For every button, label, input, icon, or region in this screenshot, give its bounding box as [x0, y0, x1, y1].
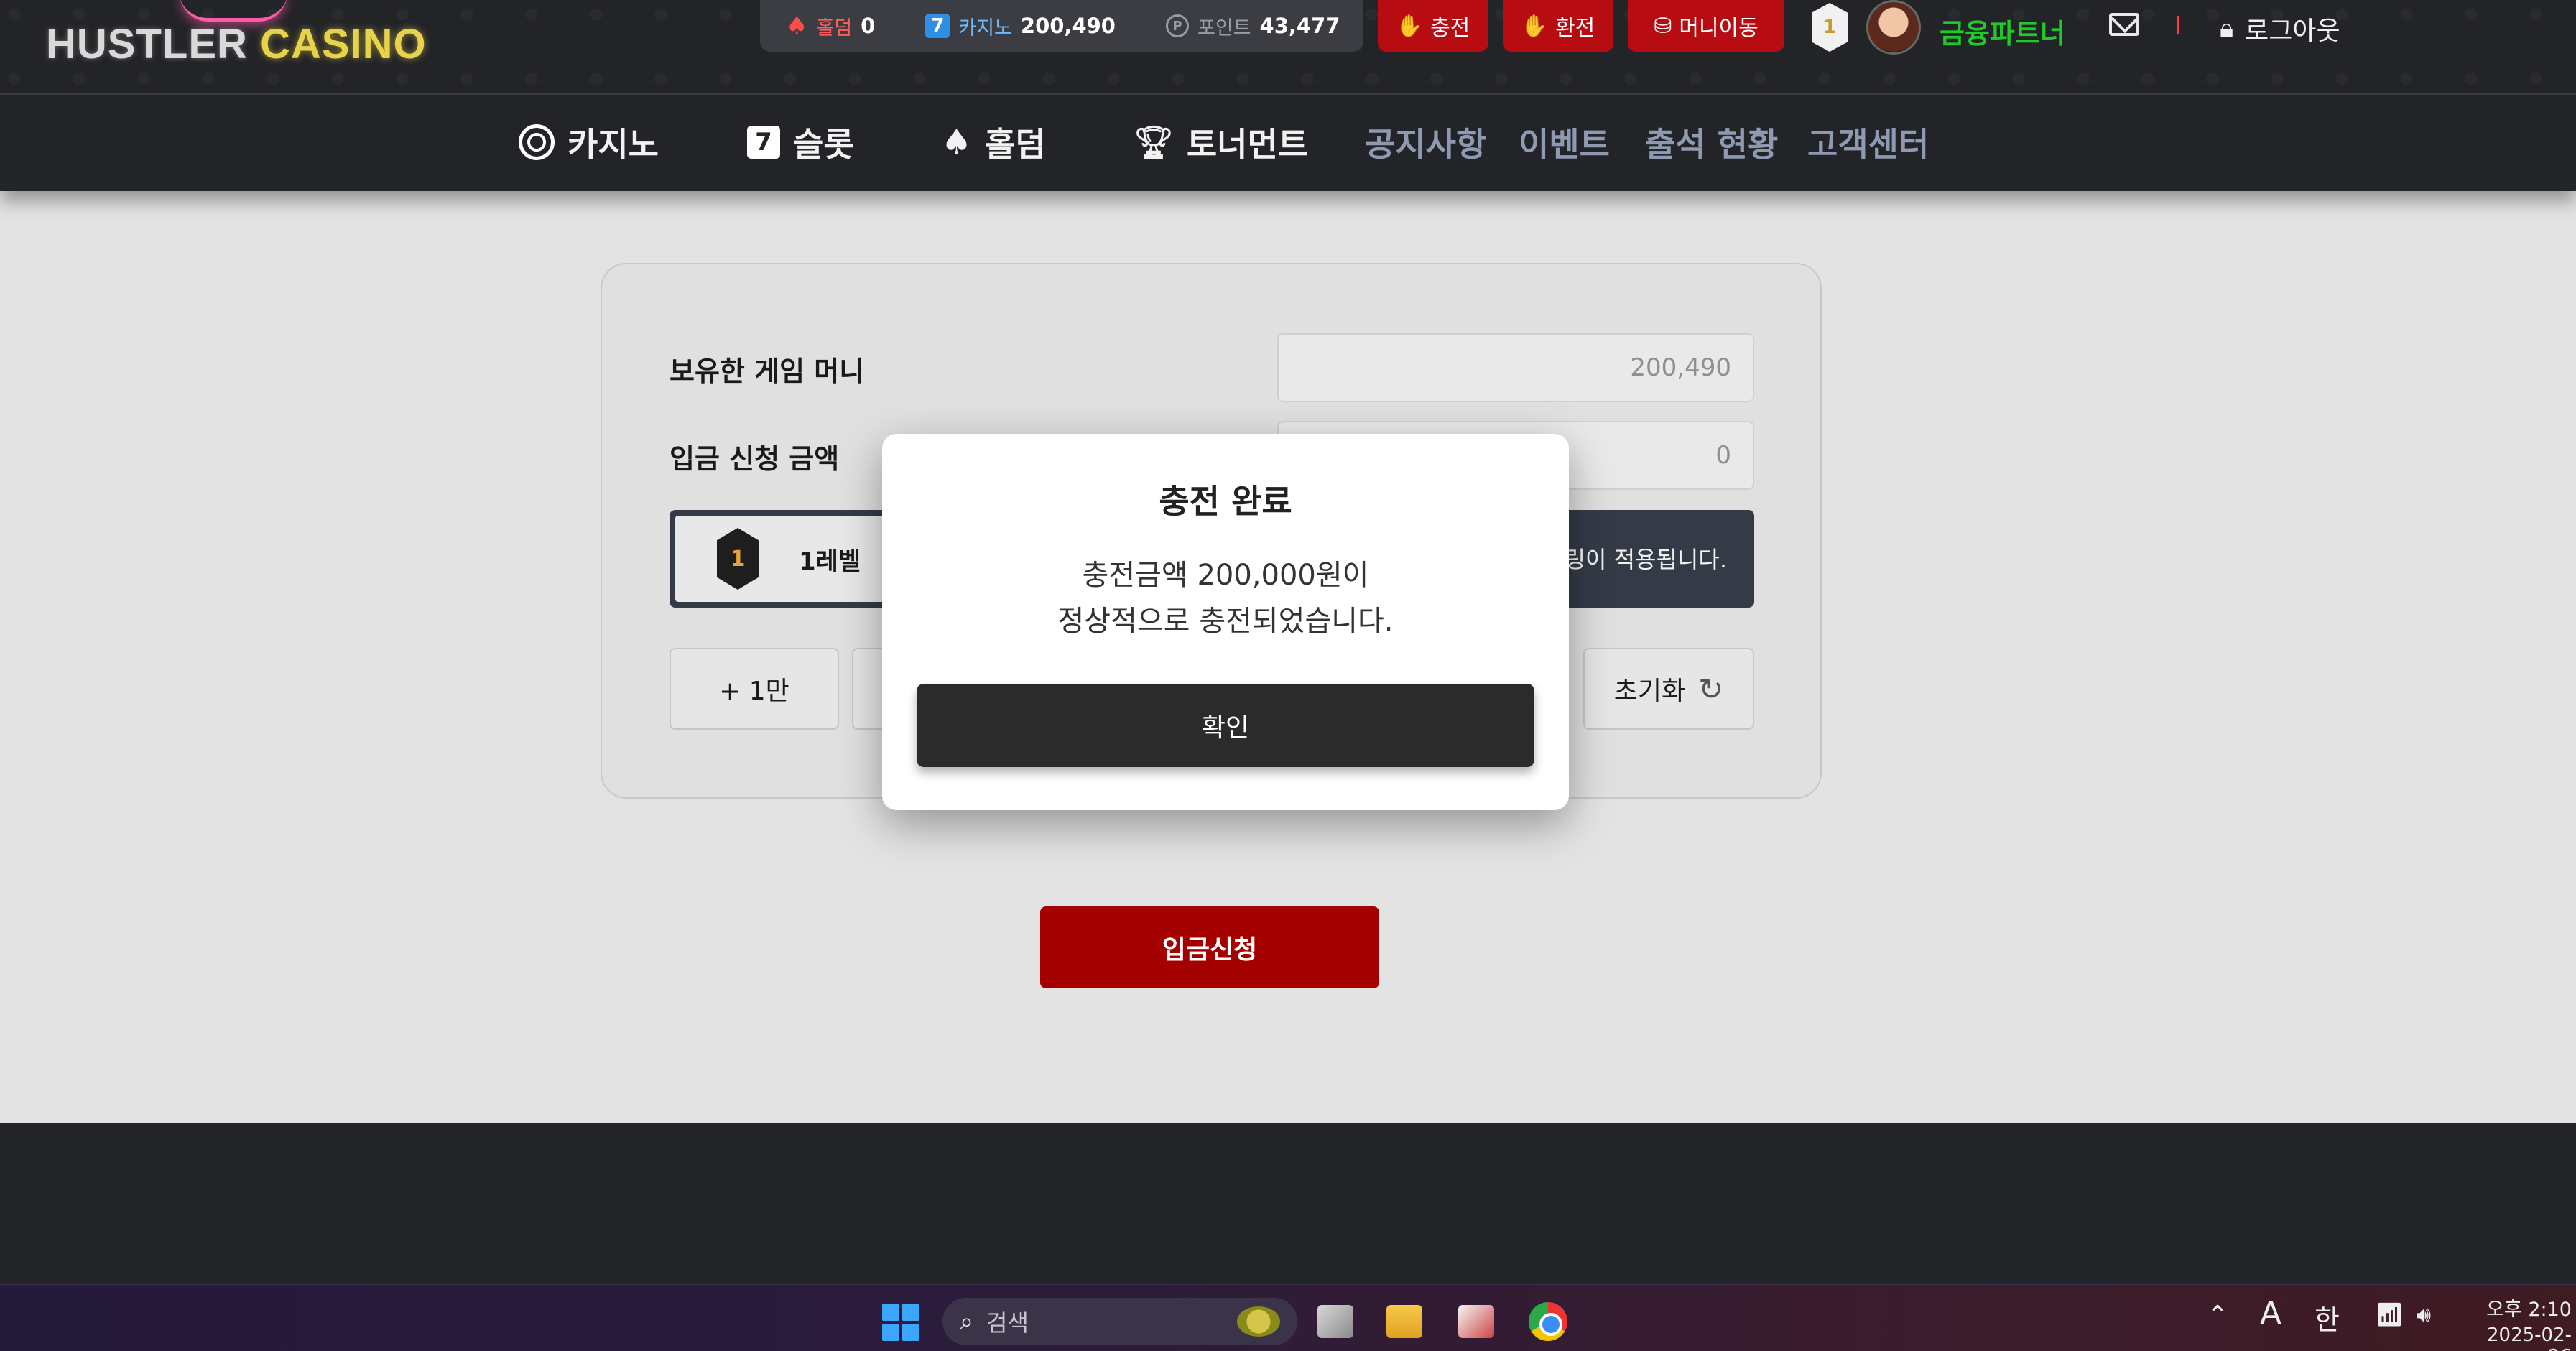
nav-item-slot[interactable]: 7 슬롯	[747, 119, 854, 165]
hand-coin-icon: ✋	[1396, 14, 1424, 38]
nav-item-attendance[interactable]: 출석 현황	[1645, 119, 1778, 165]
taskbar-search-placeholder: 검색	[986, 1309, 1029, 1337]
spade-icon: ♠	[786, 11, 808, 40]
lock-icon: 🔒︎	[2220, 14, 2234, 43]
nav-item-notice[interactable]: 공지사항	[1365, 119, 1486, 165]
spade-icon: ♠	[941, 122, 973, 162]
balance-bar: ♠ 홀덤 0 7 카지노 200,490 P 포인트 43,477	[760, 0, 1363, 52]
deposit-submit-button[interactable]: 입금신청	[1040, 906, 1379, 988]
held-money-label: 보유한 게임 머니	[670, 356, 865, 387]
taskbar-clock[interactable]: 오후 2:10 2025-02-26	[2464, 1294, 2572, 1351]
volume-icon[interactable]: 🔊︎	[2417, 1301, 2431, 1329]
search-icon: ⌕	[960, 1307, 974, 1336]
balance-point: P 포인트 43,477	[1165, 12, 1340, 40]
search-highlight-icon	[1237, 1306, 1280, 1337]
level-hex-icon: 1	[717, 528, 759, 590]
file-explorer-icon[interactable]	[1386, 1305, 1422, 1338]
balance-point-value: 43,477	[1259, 14, 1340, 38]
point-icon: P	[1165, 14, 1189, 37]
balance-casino-label: 카지노	[958, 17, 1012, 40]
level-badge-icon: 1	[1812, 3, 1848, 52]
logo-main-text: HUSTLER	[46, 21, 248, 68]
hand-coin-icon: ✋	[1521, 14, 1549, 38]
top-header: HUSTLER CASINO ♠ 홀덤 0 7 카지노 200,490 P 포인…	[0, 0, 2576, 93]
nav-item-tournament[interactable]: 🏆︎ 토너먼트	[1134, 119, 1308, 165]
site-logo[interactable]: HUSTLER CASINO	[46, 20, 427, 68]
nav-item-support[interactable]: 고객센터	[1807, 119, 1929, 165]
slot-seven-icon: 7	[747, 126, 780, 159]
nav-item-label: 이벤트	[1519, 125, 1610, 164]
nav-item-label: 공지사항	[1365, 125, 1487, 164]
coin-stack-icon: ⛁	[1654, 14, 1672, 38]
level-note: 링이 적용됩니다.	[1564, 546, 1727, 573]
nav-item-label: 카지노	[567, 125, 659, 164]
taskbar-search[interactable]: ⌕ 검색	[942, 1298, 1297, 1345]
request-amount-label: 입금 신청 금액	[670, 443, 840, 475]
dialog-message-line2: 정상적으로 충전되었습니다.	[1057, 605, 1394, 638]
nav-item-casino[interactable]: 카지노	[519, 119, 659, 165]
ime-language-indicator[interactable]: 한	[2315, 1298, 2340, 1337]
refresh-icon: ↻	[1698, 671, 1724, 707]
trophy-icon: 🏆︎	[1134, 124, 1174, 161]
logout-link[interactable]: 🔒︎ 로그아웃	[2220, 10, 2340, 47]
slot-seven-icon: 7	[925, 14, 950, 38]
nav-item-holdem[interactable]: ♠ 홀덤	[941, 119, 1046, 165]
nav-item-label: 슬롯	[793, 125, 854, 164]
charge-button[interactable]: ✋ 충전	[1378, 0, 1488, 52]
balance-point-label: 포인트	[1197, 17, 1251, 40]
logo-accent-text: CASINO	[260, 21, 427, 68]
windows-taskbar: ⌕ 검색 ⌃ A 한 📶︎ 🔊︎ 오후 2:10 2025-02-26	[0, 1284, 2576, 1351]
chrome-icon[interactable]	[1529, 1302, 1567, 1341]
money-transfer-button[interactable]: ⛁ 머니이동	[1628, 0, 1784, 52]
level-option-1[interactable]: 1 1레벨	[675, 516, 905, 602]
held-money-field: 200,490	[1277, 333, 1754, 402]
nav-item-event[interactable]: 이벤트	[1519, 119, 1610, 165]
nav-item-label: 고객센터	[1807, 125, 1929, 164]
ime-mode-indicator[interactable]: A	[2260, 1295, 2281, 1332]
clock-date: 2025-02-26	[2486, 1324, 2572, 1351]
avatar[interactable]	[1866, 0, 1921, 55]
dialog-message-line1: 충전금액 200,000원이	[1082, 559, 1369, 592]
add-10k-button[interactable]: + 1만	[670, 648, 839, 730]
page-footer	[0, 1123, 2576, 1284]
windows-start-icon[interactable]	[882, 1304, 919, 1341]
charge-button-label: 충전	[1430, 17, 1470, 40]
snipping-tool-icon[interactable]	[1458, 1305, 1494, 1338]
reset-button[interactable]: 초기화 ↻	[1583, 648, 1754, 730]
logo-neon-decoration	[180, 0, 287, 22]
username[interactable]: 금융파트너	[1940, 11, 2065, 51]
header-separator	[2177, 16, 2179, 34]
charge-complete-dialog: 충전 완료 충전금액 200,000원이 정상적으로 충전되었습니다. 확인	[882, 434, 1569, 810]
balance-holdem-value: 0	[861, 14, 876, 38]
balance-holdem-label: 홀덤	[816, 17, 853, 40]
mail-icon[interactable]	[2109, 13, 2139, 36]
balance-holdem: ♠ 홀덤 0	[786, 11, 875, 40]
balance-casino-value: 200,490	[1020, 14, 1116, 38]
logout-label: 로그아웃	[2245, 17, 2340, 46]
wifi-icon[interactable]: 📶︎	[2375, 1301, 2404, 1328]
nav-item-label: 홀덤	[985, 125, 1046, 164]
level-label: 1레벨	[799, 547, 861, 576]
exchange-button-label: 환전	[1555, 17, 1595, 40]
nav-item-label: 출석 현황	[1645, 125, 1779, 164]
reset-button-label: 초기화	[1613, 677, 1686, 706]
clock-time: 오후 2:10	[2486, 1299, 2572, 1321]
dialog-confirm-button[interactable]: 확인	[917, 684, 1534, 767]
chevron-up-icon[interactable]: ⌃	[2207, 1301, 2228, 1330]
exchange-button[interactable]: ✋ 환전	[1503, 0, 1613, 52]
task-view-icon[interactable]	[1317, 1305, 1353, 1338]
dialog-title: 충전 완료	[1159, 482, 1292, 521]
balance-casino: 7 카지노 200,490	[925, 12, 1116, 40]
nav-item-label: 토너먼트	[1186, 125, 1309, 164]
money-transfer-button-label: 머니이동	[1679, 17, 1759, 40]
main-nav: 카지노 7 슬롯 ♠ 홀덤 🏆︎ 토너먼트 공지사항 이벤트 출석 현황 고객센…	[0, 93, 2576, 191]
casino-chip-icon	[519, 124, 555, 160]
